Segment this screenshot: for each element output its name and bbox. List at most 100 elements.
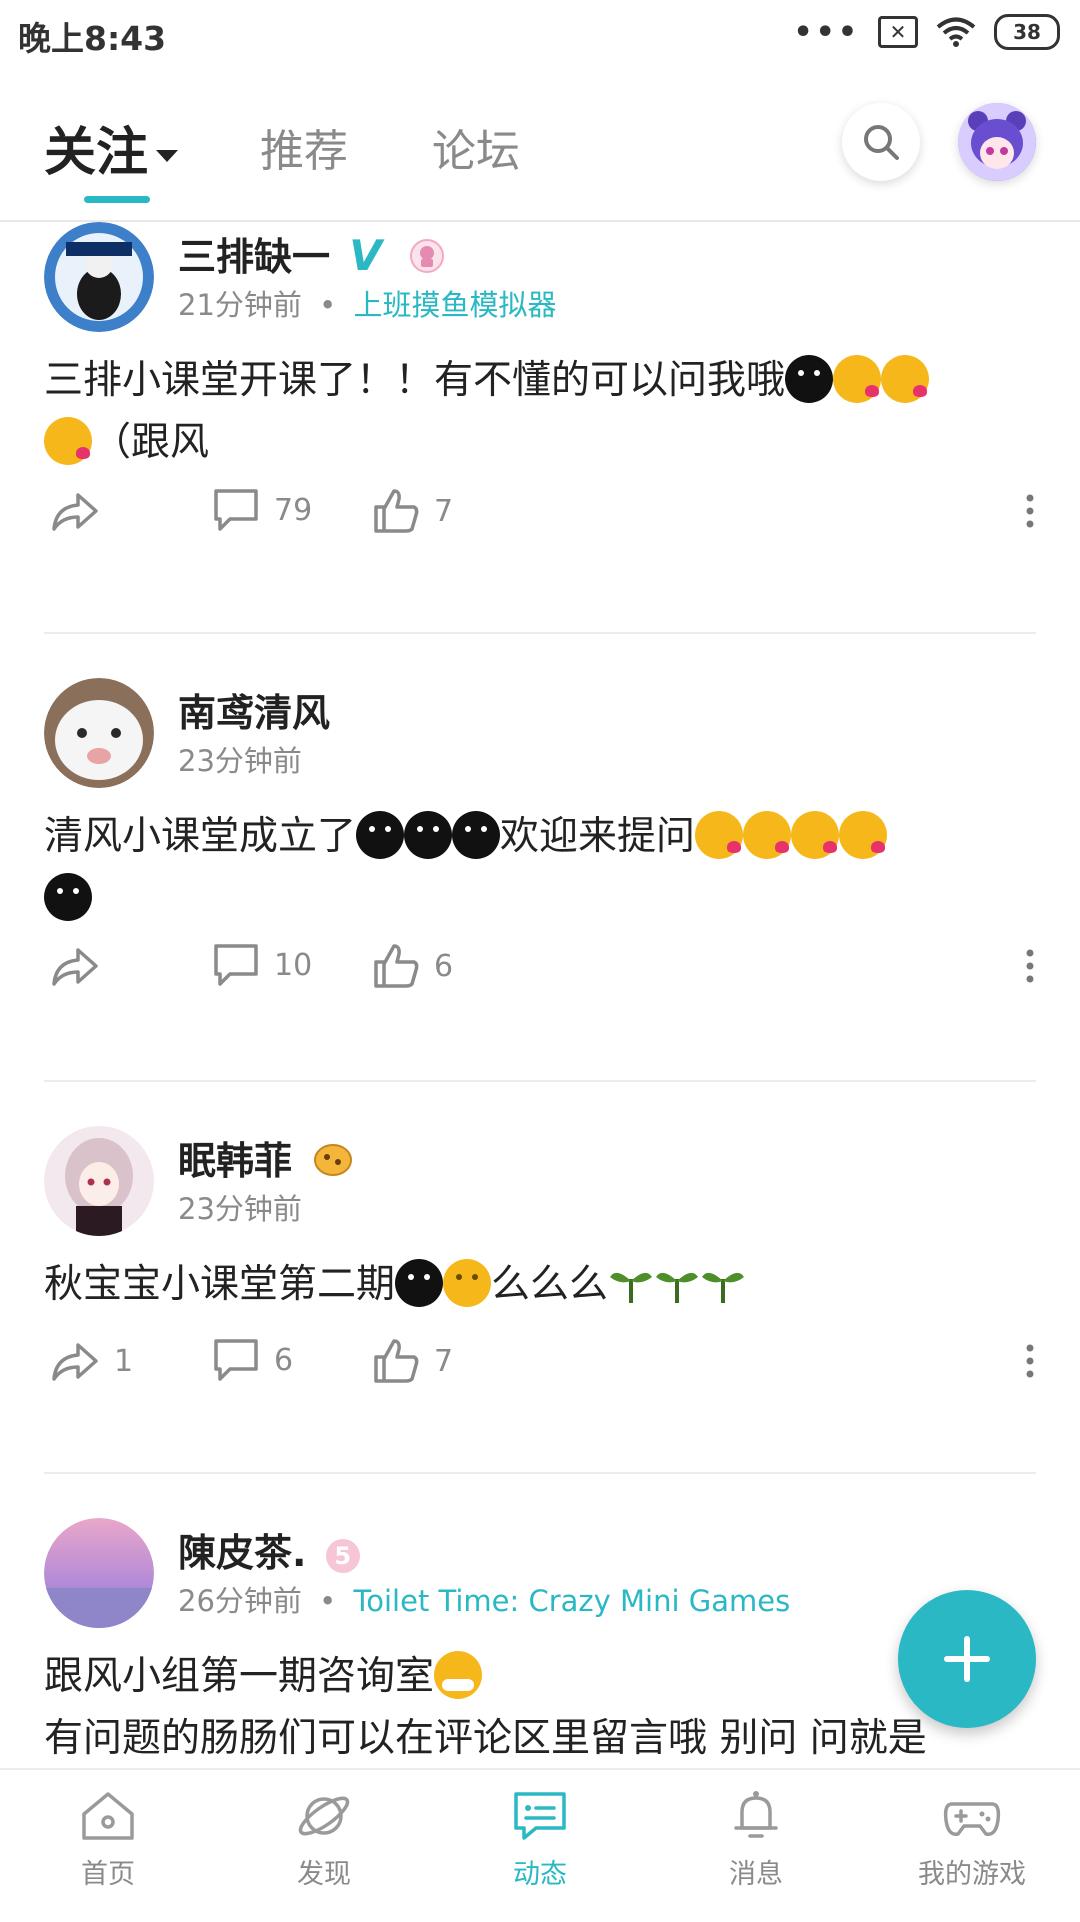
comment-icon <box>214 944 258 986</box>
post-game-link[interactable]: Toilet Time: Crazy Mini Games <box>353 1584 790 1618</box>
kiss-emoji-icon <box>695 811 744 859</box>
thumbs-up-icon <box>374 489 419 533</box>
post-card[interactable]: 南鸢清风 23分钟前 清风小课堂成立了 欢迎来提问 10 6 <box>44 634 1036 1082</box>
kiss-emoji-icon <box>833 355 882 403</box>
black-face-emoji-icon <box>452 811 501 859</box>
black-face-emoji-icon <box>44 873 92 921</box>
post-time: 23分钟前 <box>178 1192 302 1226</box>
black-face-emoji-icon <box>785 355 834 403</box>
more-options-icon[interactable] <box>1024 1343 1036 1379</box>
nav-feed[interactable]: 动态 <box>470 1788 610 1891</box>
nav-discover[interactable]: 发现 <box>254 1788 394 1891</box>
username-text: 三排缺一 <box>178 235 331 279</box>
gamepad-icon <box>943 1802 1001 1836</box>
nav-messages[interactable]: 消息 <box>686 1788 826 1891</box>
nav-home[interactable]: 首页 <box>38 1788 178 1891</box>
nav-home-label: 首页 <box>81 1859 135 1890</box>
home-icon <box>82 1792 134 1840</box>
status-time: 晚上8:43 <box>18 19 167 58</box>
user-avatar[interactable] <box>958 103 1036 181</box>
post-actions: 10 6 <box>44 942 1036 1002</box>
post-meta: 23分钟前 <box>178 1186 302 1228</box>
post-card[interactable]: 陳皮茶. 5 26分钟前 • Toilet Time: Crazy Mini G… <box>44 1474 1036 1767</box>
feed-list[interactable]: 三排缺一 V 21分钟前 • 上班摸鱼模拟器 三排小课堂开课了！！有不懂的可以问… <box>0 222 1080 1767</box>
post-text: 跟风小组第一期咨询室 <box>44 1654 435 1699</box>
kiss-emoji-icon <box>839 811 888 859</box>
post-content[interactable]: 跟风小组第一期咨询室 有问题的肠肠们可以在评论区里留言哦 别问 问就是 <box>44 1646 1034 1767</box>
post-content[interactable]: 秋宝宝小课堂第二期 么么么 <box>44 1254 1034 1316</box>
search-icon <box>864 125 899 160</box>
more-options-icon[interactable] <box>1024 948 1036 984</box>
post-username[interactable]: 眠韩菲 <box>178 1130 353 1185</box>
nav-feed-label: 动态 <box>513 1859 567 1890</box>
level-badge-icon <box>410 239 444 273</box>
kiss-emoji-icon <box>881 355 930 403</box>
top-tab-bar: 关注 推荐 论坛 <box>0 70 1080 222</box>
post-actions: 79 7 <box>44 487 1036 547</box>
nav-my-games-label: 我的游戏 <box>918 1859 1026 1890</box>
active-tab-indicator <box>84 196 150 203</box>
sprout-emoji-icon <box>656 1272 699 1303</box>
share-icon <box>52 948 98 986</box>
avatar-image-icon <box>44 678 154 788</box>
post-meta: 21分钟前 • 上班摸鱼模拟器 <box>178 288 557 322</box>
comment-count: 6 <box>274 1342 294 1378</box>
kiss-emoji-icon <box>44 417 92 465</box>
comment-button[interactable]: 79 <box>212 487 312 533</box>
black-face-emoji-icon <box>404 811 453 859</box>
post-avatar[interactable] <box>44 222 154 332</box>
tab-forum[interactable]: 论坛 <box>432 115 520 179</box>
like-button[interactable]: 6 <box>372 942 453 990</box>
sim-icon: ✕ <box>878 16 918 48</box>
tab-follow[interactable]: 关注 <box>44 110 179 185</box>
dropdown-arrow-icon <box>156 150 179 162</box>
smile-emoji-icon <box>443 1259 492 1307</box>
post-text: 清风小课堂成立了 <box>44 814 357 859</box>
thumbs-up-icon <box>374 1339 419 1383</box>
tab-recommend[interactable]: 推荐 <box>260 115 348 179</box>
post-content[interactable]: 清风小课堂成立了 欢迎来提问 <box>44 806 1034 930</box>
avatar-image-icon <box>44 1518 154 1628</box>
post-username[interactable]: 三排缺一 V <box>178 226 445 281</box>
post-time: 21分钟前 <box>178 288 302 322</box>
comment-button[interactable]: 10 <box>212 942 312 988</box>
post-username[interactable]: 南鸢清风 <box>178 682 330 737</box>
post-avatar[interactable] <box>44 678 154 788</box>
post-time: 26分钟前 <box>178 1584 302 1618</box>
comment-icon <box>214 1339 258 1381</box>
post-content[interactable]: 三排小课堂开课了！！有不懂的可以问我哦 （跟风 <box>44 350 1034 474</box>
sprout-emoji-icon <box>702 1272 745 1303</box>
username-text: 陳皮茶. <box>178 1531 307 1575</box>
sprout-emoji-icon <box>610 1272 653 1303</box>
like-count: 6 <box>434 948 454 984</box>
post-avatar[interactable] <box>44 1518 154 1628</box>
anime-avatar-icon <box>958 103 1036 181</box>
search-button[interactable] <box>842 103 920 181</box>
post-username[interactable]: 陳皮茶. 5 <box>178 1522 360 1577</box>
share-icon <box>52 493 98 531</box>
comment-button[interactable]: 6 <box>212 1337 293 1383</box>
share-button[interactable] <box>48 942 114 990</box>
comment-count: 79 <box>274 492 313 528</box>
like-button[interactable]: 7 <box>372 487 453 535</box>
share-button[interactable]: 1 <box>48 1337 133 1385</box>
post-text: 秋宝宝小课堂第二期 <box>44 1262 396 1307</box>
more-options-icon[interactable] <box>1024 493 1036 529</box>
bottom-navigation: 首页 发现 动态 消息 我的游戏 <box>0 1768 1080 1922</box>
nav-discover-label: 发现 <box>297 1859 351 1890</box>
post-text-tail: （跟风 <box>92 420 210 465</box>
like-button[interactable]: 7 <box>372 1337 453 1385</box>
post-time: 23分钟前 <box>178 744 302 778</box>
black-face-emoji-icon <box>356 811 405 859</box>
share-button[interactable] <box>48 487 114 535</box>
post-card[interactable]: 三排缺一 V 21分钟前 • 上班摸鱼模拟器 三排小课堂开课了！！有不懂的可以问… <box>44 222 1036 634</box>
wifi-icon <box>936 17 976 47</box>
bell-icon <box>734 1791 778 1838</box>
nav-my-games[interactable]: 我的游戏 <box>902 1788 1042 1891</box>
post-meta: 26分钟前 • Toilet Time: Crazy Mini Games <box>178 1584 791 1618</box>
create-post-button[interactable] <box>898 1590 1036 1728</box>
post-avatar[interactable] <box>44 1126 154 1236</box>
feed-icon <box>514 1792 566 1840</box>
post-game-link[interactable]: 上班摸鱼模拟器 <box>353 288 556 322</box>
post-card[interactable]: 眠韩菲 23分钟前 秋宝宝小课堂第二期 么么么 1 6 7 <box>44 1082 1036 1474</box>
